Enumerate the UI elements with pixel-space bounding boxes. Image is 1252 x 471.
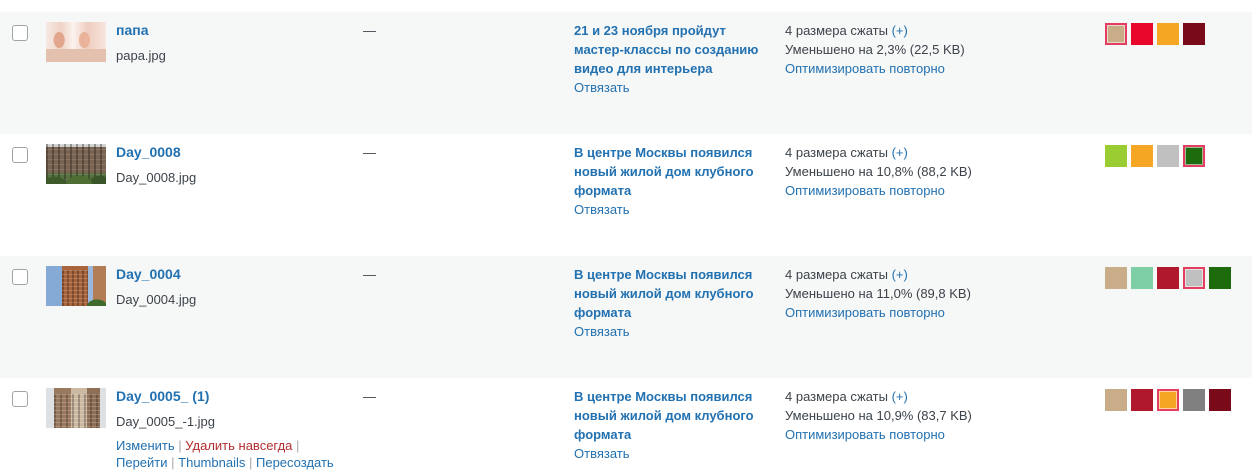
color-swatch-selected[interactable]: [1183, 267, 1205, 289]
compressed-sizes-text: 4 размера сжаты: [785, 267, 888, 282]
color-swatch[interactable]: [1105, 267, 1127, 289]
color-swatches: [1105, 23, 1209, 45]
color-swatch[interactable]: [1131, 267, 1153, 289]
author-cell: —: [363, 145, 376, 160]
action-separator: |: [178, 438, 182, 453]
media-title-link[interactable]: Day_0005_ (1): [116, 387, 209, 406]
media-row: Day_0004 Day_0004.jpg — В центре Москвы …: [0, 256, 1252, 378]
media-title-link[interactable]: Day_0008: [116, 143, 181, 162]
color-swatches: [1105, 145, 1209, 167]
attached-post-cell: В центре Москвы появился новый жилой дом…: [574, 265, 774, 341]
detach-link[interactable]: Отвязать: [574, 78, 774, 97]
thumbnail-image[interactable]: [46, 266, 106, 306]
attached-post-cell: В центре Москвы появился новый жилой дом…: [574, 143, 774, 219]
media-filename: Day_0008.jpg: [116, 170, 197, 185]
reduction-text: Уменьшено на 10,8% (88,2 KB): [785, 164, 972, 179]
row-actions-line: Изменить | Удалить навсегда |: [116, 437, 334, 454]
thumbnail-image[interactable]: [46, 22, 106, 62]
media-filename: Day_0005_-1.jpg: [116, 414, 216, 429]
compression-cell: 4 размера сжаты (+) Уменьшено на 11,0% (…: [785, 265, 971, 322]
regenerate-link[interactable]: Пересоздать: [256, 455, 334, 470]
color-swatch[interactable]: [1183, 23, 1205, 45]
reduction-text: Уменьшено на 2,3% (22,5 KB): [785, 42, 965, 57]
expand-details-link[interactable]: (+): [892, 389, 908, 404]
row-checkbox[interactable]: [12, 25, 28, 41]
expand-details-link[interactable]: (+): [892, 23, 908, 38]
edit-link[interactable]: Изменить: [116, 438, 175, 453]
author-cell: —: [363, 267, 376, 282]
thumbnail-image[interactable]: [46, 388, 106, 428]
reoptimize-link[interactable]: Оптимизировать повторно: [785, 303, 971, 322]
color-swatch[interactable]: [1105, 145, 1127, 167]
compression-status-line: 4 размера сжаты (+): [785, 387, 972, 406]
action-separator: |: [296, 438, 300, 453]
attached-post-link[interactable]: 21 и 23 ноября пройдут мастер-классы по …: [574, 21, 774, 78]
reduction-text: Уменьшено на 11,0% (89,8 KB): [785, 286, 971, 301]
compression-status-line: 4 размера сжаты (+): [785, 21, 965, 40]
color-swatch[interactable]: [1209, 267, 1231, 289]
color-swatch[interactable]: [1209, 389, 1231, 411]
media-filename: papa.jpg: [116, 48, 166, 63]
media-title-link[interactable]: папа: [116, 21, 148, 40]
attached-post-link[interactable]: В центре Москвы появился новый жилой дом…: [574, 265, 774, 322]
view-link[interactable]: Перейти: [116, 455, 168, 470]
color-swatch[interactable]: [1183, 389, 1205, 411]
compressed-sizes-text: 4 размера сжаты: [785, 23, 888, 38]
thumbnails-link[interactable]: Thumbnails: [178, 455, 245, 470]
row-checkbox[interactable]: [12, 269, 28, 285]
row-actions: Изменить | Удалить навсегда | Перейти | …: [116, 437, 334, 471]
color-swatch-selected[interactable]: [1157, 389, 1179, 411]
media-row: Day_0005_ (1) Day_0005_-1.jpg Изменить |…: [0, 378, 1252, 471]
detach-link[interactable]: Отвязать: [574, 200, 774, 219]
color-swatch[interactable]: [1131, 389, 1153, 411]
row-checkbox[interactable]: [12, 391, 28, 407]
author-cell: —: [363, 389, 376, 404]
thumbnail-image[interactable]: [46, 144, 106, 184]
reduction-text: Уменьшено на 10,9% (83,7 KB): [785, 408, 972, 423]
compression-cell: 4 размера сжаты (+) Уменьшено на 2,3% (2…: [785, 21, 965, 78]
attached-post-cell: 21 и 23 ноября пройдут мастер-классы по …: [574, 21, 774, 97]
media-filename: Day_0004.jpg: [116, 292, 197, 307]
action-separator: |: [171, 455, 175, 470]
color-swatch[interactable]: [1157, 145, 1179, 167]
row-checkbox[interactable]: [12, 147, 28, 163]
compression-cell: 4 размера сжаты (+) Уменьшено на 10,9% (…: [785, 387, 972, 444]
color-swatch[interactable]: [1157, 23, 1179, 45]
color-swatch-selected[interactable]: [1183, 145, 1205, 167]
detach-link[interactable]: Отвязать: [574, 322, 774, 341]
expand-details-link[interactable]: (+): [892, 145, 908, 160]
author-cell: —: [363, 23, 376, 38]
detach-link[interactable]: Отвязать: [574, 444, 774, 463]
compressed-sizes-text: 4 размера сжаты: [785, 389, 888, 404]
color-swatch[interactable]: [1157, 267, 1179, 289]
reoptimize-link[interactable]: Оптимизировать повторно: [785, 59, 965, 78]
color-swatches: [1105, 267, 1235, 289]
color-swatch[interactable]: [1105, 389, 1127, 411]
color-swatch[interactable]: [1131, 23, 1153, 45]
row-actions-line: Перейти | Thumbnails | Пересоздать: [116, 454, 334, 471]
expand-details-link[interactable]: (+): [892, 267, 908, 282]
reoptimize-link[interactable]: Оптимизировать повторно: [785, 425, 972, 444]
color-swatch-selected[interactable]: [1105, 23, 1127, 45]
compression-status-line: 4 размера сжаты (+): [785, 143, 972, 162]
media-title-link[interactable]: Day_0004: [116, 265, 181, 284]
color-swatches: [1105, 389, 1235, 411]
color-swatch[interactable]: [1131, 145, 1153, 167]
compressed-sizes-text: 4 размера сжаты: [785, 145, 888, 160]
media-row: Day_0008 Day_0008.jpg — В центре Москвы …: [0, 134, 1252, 256]
reoptimize-link[interactable]: Оптимизировать повторно: [785, 181, 972, 200]
delete-permanently-link[interactable]: Удалить навсегда: [185, 438, 292, 453]
attached-post-cell: В центре Москвы появился новый жилой дом…: [574, 387, 774, 463]
compression-status-line: 4 размера сжаты (+): [785, 265, 971, 284]
media-row: папа papa.jpg — 21 и 23 ноября пройдут м…: [0, 12, 1252, 134]
attached-post-link[interactable]: В центре Москвы появился новый жилой дом…: [574, 143, 774, 200]
attached-post-link[interactable]: В центре Москвы появился новый жилой дом…: [574, 387, 774, 444]
action-separator: |: [248, 455, 253, 470]
compression-cell: 4 размера сжаты (+) Уменьшено на 10,8% (…: [785, 143, 972, 200]
